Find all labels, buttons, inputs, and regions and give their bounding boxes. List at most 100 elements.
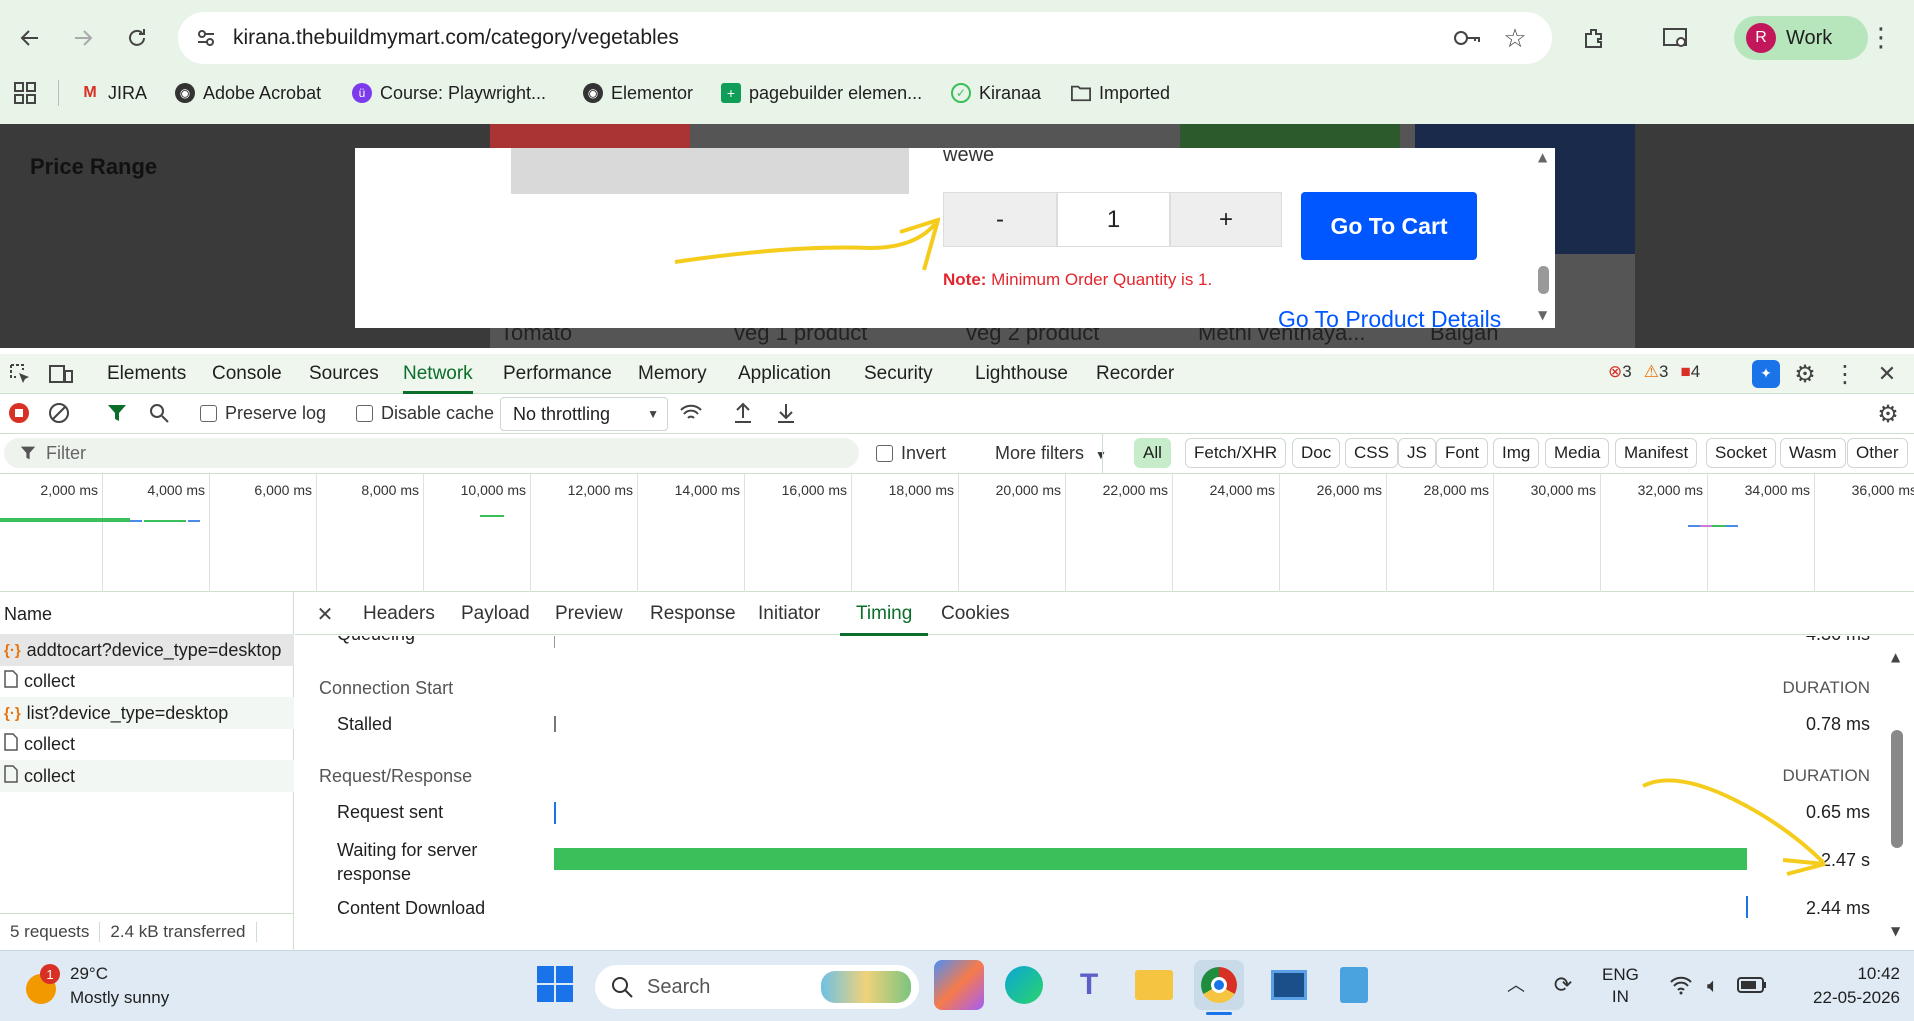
chevron-up-icon[interactable]: ︿: [1502, 970, 1530, 998]
preserve-log-checkbox[interactable]: Preserve log: [200, 403, 326, 424]
tab-initiator[interactable]: Initiator: [758, 592, 820, 636]
search-icon[interactable]: [146, 400, 172, 426]
scrollbar-thumb[interactable]: [1538, 266, 1549, 294]
bookmark-kiranaa[interactable]: ✓ Kiranaa: [951, 76, 1041, 110]
star-icon[interactable]: ☆: [1500, 23, 1530, 53]
scroll-down-icon[interactable]: ▼: [1891, 924, 1900, 938]
tab-cookies[interactable]: Cookies: [941, 592, 1010, 636]
filter-all[interactable]: All: [1134, 438, 1171, 468]
edge-icon[interactable]: [999, 960, 1049, 1010]
detail-scrollbar[interactable]: ▲ ▼: [1888, 650, 1908, 940]
taskbar-search[interactable]: Search: [595, 965, 919, 1009]
wifi-icon[interactable]: [1668, 972, 1694, 998]
tab-headers[interactable]: Headers: [363, 592, 435, 636]
tab-console[interactable]: Console: [212, 354, 282, 394]
site-info-icon[interactable]: [192, 24, 220, 52]
go-to-cart-button[interactable]: Go To Cart: [1301, 192, 1477, 260]
invert-checkbox[interactable]: Invert: [876, 443, 946, 464]
clear-icon[interactable]: [46, 400, 72, 426]
qty-minus-button[interactable]: -: [943, 192, 1057, 247]
tab-application[interactable]: Application: [738, 354, 831, 394]
disable-cache-checkbox[interactable]: Disable cache: [356, 403, 494, 424]
record-stop-icon[interactable]: [6, 400, 32, 426]
request-row[interactable]: collect: [0, 665, 294, 697]
tab-timing[interactable]: Timing: [840, 592, 929, 636]
app-icon[interactable]: [1264, 960, 1314, 1010]
issue-counters[interactable]: ⊗3 ⚠3 ■4: [1608, 362, 1700, 382]
filter-input[interactable]: Filter: [4, 438, 859, 468]
tab-sources[interactable]: Sources: [309, 354, 379, 394]
filter-icon[interactable]: [104, 400, 130, 426]
checkbox[interactable]: [876, 445, 893, 462]
key-icon[interactable]: [1452, 24, 1482, 52]
tab-payload[interactable]: Payload: [461, 592, 530, 636]
go-to-product-details-link[interactable]: Go To Product Details: [1278, 306, 1501, 333]
tab-elements[interactable]: Elements: [107, 354, 186, 394]
tab-lighthouse[interactable]: Lighthouse: [975, 354, 1068, 394]
request-row[interactable]: {·} list?device_type=desktop: [0, 697, 294, 729]
devtools-menu-icon[interactable]: ⋮: [1830, 360, 1860, 388]
scroll-down-icon[interactable]: ▼: [1538, 308, 1547, 322]
bookmark-jira[interactable]: M JIRA: [80, 76, 147, 110]
filter-other[interactable]: Other: [1847, 438, 1908, 468]
scroll-up-icon[interactable]: ▲: [1538, 150, 1547, 164]
throttling-select[interactable]: No throttling ▼: [500, 397, 668, 431]
modal-scrollbar[interactable]: ▲ ▼: [1535, 150, 1553, 328]
filter-fetch-xhr[interactable]: Fetch/XHR: [1185, 438, 1287, 468]
network-conditions-icon[interactable]: [678, 400, 704, 426]
scrollbar-thumb[interactable]: [1891, 730, 1903, 848]
filter-socket[interactable]: Socket: [1706, 438, 1776, 468]
tab-response[interactable]: Response: [650, 592, 736, 636]
tab-preview[interactable]: Preview: [555, 592, 623, 636]
filter-manifest[interactable]: Manifest: [1615, 438, 1698, 468]
extensions-icon[interactable]: [1574, 18, 1614, 58]
menu-kebab-icon[interactable]: ⋮: [1866, 18, 1896, 58]
filter-doc[interactable]: Doc: [1292, 438, 1341, 468]
weather-icon[interactable]: 1: [22, 964, 62, 1004]
sync-icon[interactable]: ⟳: [1546, 970, 1580, 1000]
notepad-icon[interactable]: [1329, 960, 1379, 1010]
filter-wasm[interactable]: Wasm: [1780, 438, 1846, 468]
tab-performance[interactable]: Performance: [503, 354, 612, 394]
qty-plus-button[interactable]: +: [1170, 192, 1282, 247]
name-column-header[interactable]: Name: [0, 592, 294, 636]
bookmark-adobe-acrobat[interactable]: ◉ Adobe Acrobat: [175, 76, 321, 110]
device-toolbar-icon[interactable]: [46, 360, 76, 388]
battery-icon[interactable]: [1736, 972, 1768, 998]
request-row[interactable]: {·} addtocart?device_type=desktop: [0, 634, 294, 666]
file-explorer-icon[interactable]: [1129, 960, 1179, 1010]
network-settings-icon[interactable]: ⚙: [1874, 400, 1902, 428]
tab-security[interactable]: Security: [864, 354, 933, 394]
windows-start-icon[interactable]: [537, 966, 573, 1002]
address-bar[interactable]: kirana.thebuildmymart.com/category/veget…: [178, 12, 1552, 64]
tab-recorder[interactable]: Recorder: [1096, 354, 1174, 394]
filter-css[interactable]: CSS: [1345, 438, 1398, 468]
weather-widget[interactable]: 29°C Mostly sunny: [70, 962, 169, 1010]
request-row[interactable]: collect: [0, 728, 294, 760]
back-icon[interactable]: [6, 14, 54, 62]
tab-memory[interactable]: Memory: [638, 354, 707, 394]
import-har-icon[interactable]: [730, 400, 756, 426]
volume-icon[interactable]: 🔈︎: [1700, 972, 1726, 998]
copilot-icon[interactable]: [934, 960, 984, 1010]
filter-js[interactable]: JS: [1398, 438, 1436, 468]
teams-icon[interactable]: T: [1064, 960, 1114, 1010]
tab-network[interactable]: Network: [403, 354, 473, 394]
close-detail-icon[interactable]: ✕: [312, 600, 338, 628]
tab-search-icon[interactable]: [1656, 18, 1696, 58]
language-indicator[interactable]: ENG IN: [1602, 964, 1639, 1008]
request-row[interactable]: collect: [0, 760, 294, 792]
chrome-icon[interactable]: [1194, 960, 1244, 1010]
filter-font[interactable]: Font: [1436, 438, 1489, 468]
more-filters-dropdown[interactable]: More filters ▼: [995, 443, 1107, 464]
close-devtools-icon[interactable]: ✕: [1872, 360, 1902, 388]
clock[interactable]: 10:42 22-05-2026: [1790, 962, 1900, 1010]
export-har-icon[interactable]: [773, 400, 799, 426]
settings-gear-icon[interactable]: ⚙: [1790, 360, 1820, 388]
qty-input[interactable]: 1: [1057, 192, 1170, 247]
checkbox[interactable]: [356, 405, 373, 422]
profile-button[interactable]: R Work: [1734, 16, 1868, 60]
bookmark-elementor[interactable]: ◉ Elementor: [583, 76, 693, 110]
bookmark-pagebuilder[interactable]: + pagebuilder elemen...: [721, 76, 922, 110]
ai-assistance-icon[interactable]: ✦: [1752, 360, 1780, 388]
